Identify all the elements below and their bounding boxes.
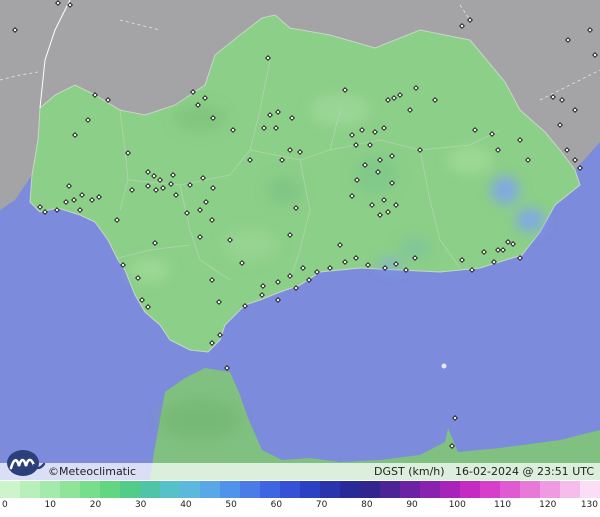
- legend-tick-label: 10: [44, 500, 56, 510]
- legend-swatch: [260, 481, 280, 498]
- legend-swatch: [440, 481, 460, 498]
- legend-swatch: [220, 481, 240, 498]
- legend-swatch: [20, 481, 40, 498]
- legend-swatch: [460, 481, 480, 498]
- legend-tick-label: 20: [89, 500, 102, 510]
- unit-label: (km/h): [408, 465, 445, 478]
- legend-swatch: [240, 481, 260, 498]
- legend-tick-label: 70: [315, 500, 328, 510]
- gust-map: [0, 0, 600, 480]
- legend-swatch: [580, 481, 600, 498]
- map-meta: DGST (km/h) 16-02-2024 @ 23:51 UTC: [374, 465, 594, 478]
- legend-tick-label: 130: [580, 500, 598, 510]
- legend-tick-label: 40: [180, 500, 192, 510]
- variable-label: DGST: [373, 465, 405, 478]
- legend-swatch: [0, 481, 20, 498]
- legend-swatch: [300, 481, 320, 498]
- legend-swatch: [380, 481, 400, 498]
- legend-tick-label: 80: [361, 500, 373, 510]
- brand-name: Meteoclimatic: [59, 465, 137, 478]
- legend-swatch: [100, 481, 120, 498]
- legend-swatch: [420, 481, 440, 498]
- legend-tick-label: 50: [225, 500, 237, 510]
- legend-swatch: [480, 481, 500, 498]
- legend-swatch: [500, 481, 520, 498]
- legend-tick-label: 90: [406, 500, 418, 510]
- map-info-bar: ©Meteoclimatic DGST (km/h) 16-02-2024 @ …: [0, 463, 600, 480]
- legend-swatch: [320, 481, 340, 498]
- brand-label: ©Meteoclimatic: [48, 465, 136, 478]
- color-legend: 0 10 20 30 40 50 60 70 80 90 100 110 120 130: [0, 481, 600, 517]
- legend-swatch: [540, 481, 560, 498]
- date-label: 16-02-2024: [455, 465, 519, 478]
- legend-swatch: [40, 481, 60, 498]
- at-symbol: @: [522, 465, 534, 478]
- legend-swatch: [200, 481, 220, 498]
- legend-swatch: [60, 481, 80, 498]
- legend-swatch: [360, 481, 380, 498]
- copyright-symbol: ©: [48, 465, 59, 478]
- legend-tick-label: 110: [493, 500, 512, 510]
- time-label: 23:51: [536, 465, 569, 478]
- legend-swatch: [120, 481, 140, 498]
- legend-swatch: [400, 481, 420, 498]
- legend-tick-label: 60: [270, 500, 283, 510]
- legend-tick-label: 120: [539, 500, 557, 510]
- legend-tick-label: 100: [448, 500, 466, 510]
- meteoclimatic-logo-icon: [7, 450, 46, 476]
- weather-map-screen: ©Meteoclimatic DGST (km/h) 16-02-2024 @ …: [0, 0, 600, 517]
- legend-swatch: [180, 481, 200, 498]
- legend-tick-label: 30: [134, 500, 147, 510]
- legend-swatch: [160, 481, 180, 498]
- legend-swatch: [140, 481, 160, 498]
- alboran-island: [441, 363, 447, 369]
- legend-swatch: [80, 481, 100, 498]
- timezone-label: UTC: [572, 465, 594, 478]
- legend-tick-label: 0: [2, 500, 8, 510]
- legend-ticks: 0 10 20 30 40 50 60 70 80 90 100 110 120 130: [0, 498, 600, 517]
- legend-swatch: [340, 481, 360, 498]
- legend-swatch: [560, 481, 580, 498]
- legend-swatch: [280, 481, 300, 498]
- legend-color-bar: [0, 481, 600, 498]
- legend-swatch: [520, 481, 540, 498]
